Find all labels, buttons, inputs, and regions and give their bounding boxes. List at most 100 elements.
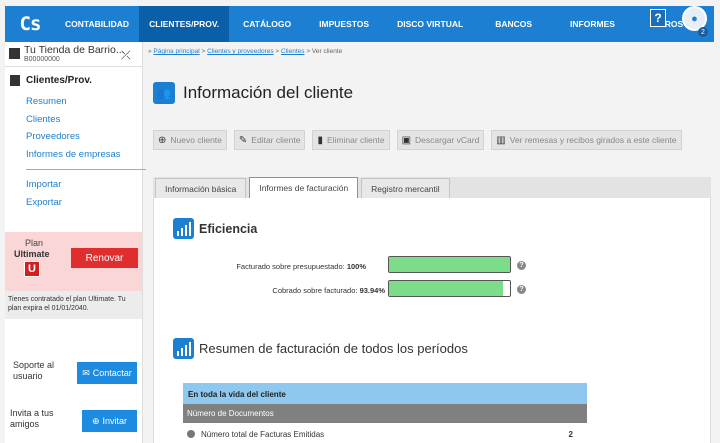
store-name: Tu Tienda de Barrio...	[24, 44, 125, 56]
bar-chart-icon	[173, 218, 194, 239]
store-icon	[9, 48, 20, 59]
section-title-text: Clientes/Prov.	[26, 75, 92, 86]
mail-icon: ✉	[82, 367, 90, 378]
sidebar-item-clientes[interactable]: Clientes	[26, 111, 137, 129]
row-label: Número total de Facturas Emitidas	[201, 429, 325, 439]
toolbar: ⊕ Nuevo cliente ✎ Editar cliente ▮ Eliminar…	[153, 130, 689, 150]
download-vcard-label: Descargar vCard	[415, 135, 480, 145]
sidebar: Tu Tienda de Barrio... B00000000 ⤫ Clien…	[5, 42, 146, 443]
table-group-header: Número de Documentos	[183, 404, 587, 423]
tab-informes-facturacion[interactable]: Informes de facturación	[249, 177, 359, 198]
sidebar-item-exportar[interactable]: Exportar	[26, 194, 137, 212]
summary-title: Resumen de facturación de todos los perí…	[199, 341, 468, 356]
view-remittances-label: Ver remesas y recibos girados a este cli…	[509, 135, 677, 145]
nav-catalogo[interactable]: CATÁLOGO	[229, 6, 305, 42]
progress-bar-collected	[388, 280, 511, 297]
bank-icon: ▥	[496, 134, 506, 146]
app-logo[interactable]: Cs	[5, 6, 55, 42]
nav-bancos[interactable]: BANCOS	[477, 6, 550, 42]
nav-disco-virtual[interactable]: DISCO VIRTUAL	[383, 6, 477, 42]
contact-button[interactable]: ✉ Contactar	[77, 362, 137, 384]
contact-label: Contactar	[92, 368, 132, 378]
table-row: Número total de Facturas Emitidas 2	[183, 425, 587, 443]
logo-text: Cs	[19, 13, 42, 35]
switch-store-icon[interactable]: ⤫	[121, 48, 131, 63]
user-icon: ●	[691, 12, 698, 25]
bar-chart-icon	[173, 338, 194, 359]
row-value: 2	[568, 429, 573, 439]
table-period-header: En toda la vida del cliente	[183, 383, 587, 404]
invite-label: Invitar	[102, 416, 128, 426]
breadcrumb-sep: >	[306, 48, 311, 55]
page-title: 👥 Información del cliente	[153, 82, 353, 104]
users-icon: 👥	[153, 82, 175, 104]
invite-icon: ⊕	[91, 415, 100, 426]
store-id: B00000000	[24, 56, 60, 63]
renew-button[interactable]: Renovar	[71, 248, 138, 268]
edit-client-button[interactable]: ✎ Editar cliente	[233, 130, 306, 150]
plan-label: Plan	[25, 238, 44, 248]
delete-client-button[interactable]: ▮ Eliminar cliente	[312, 130, 390, 150]
new-client-button[interactable]: ⊕ Nuevo cliente	[153, 130, 227, 150]
sidebar-section: Clientes/Prov. Resumen Clientes Proveedo…	[5, 67, 146, 212]
nav-clientes-prov[interactable]: CLIENTES/PROV.	[139, 6, 230, 42]
sidebar-item-informes-empresas[interactable]: Informes de empresas	[26, 146, 137, 164]
sidebar-item-resumen[interactable]: Resumen	[26, 93, 137, 111]
download-vcard-button[interactable]: ▣ Descargar vCard	[396, 130, 485, 150]
efficiency-title: Eficiencia	[199, 221, 258, 236]
help-icon: ?	[654, 11, 662, 25]
breadcrumb-home[interactable]: Página principal	[153, 48, 199, 55]
help-circle-icon[interactable]: ?	[517, 285, 526, 294]
sidebar-section-title: Clientes/Prov.	[10, 75, 137, 86]
tab-informacion-basica[interactable]: Información básica	[155, 178, 247, 198]
breadcrumb: » Página principal > Clientes y proveedo…	[148, 48, 342, 55]
contacts-book-icon	[10, 75, 20, 86]
nav-contabilidad[interactable]: CONTABILIDAD	[55, 6, 139, 42]
vcard-icon: ▣	[401, 134, 412, 146]
plus-circle-icon: ⊕	[158, 134, 167, 146]
top-navbar: Cs CONTABILIDAD CLIENTES/PROV. CATÁLOGO …	[5, 6, 714, 42]
nav-impuestos[interactable]: IMPUESTOS	[305, 6, 383, 42]
help-circle-icon[interactable]: ?	[517, 261, 526, 270]
edit-client-label: Editar cliente	[251, 135, 301, 145]
metric-collected-vs-billed: Cobrado sobre facturado: 93.94%	[165, 286, 385, 295]
new-client-label: Nuevo cliente	[170, 135, 222, 145]
help-button[interactable]: ?	[650, 9, 666, 27]
notification-badge: 2	[698, 27, 708, 37]
plan-info-text: Tienes contratado el plan Ultimate. Tu p…	[5, 291, 142, 319]
breadcrumb-clients-prov[interactable]: Clientes y proveedores	[207, 48, 273, 55]
progress-bar-billed	[388, 256, 511, 273]
invite-text: Invita a tus amigos	[10, 408, 54, 429]
progress-fill	[389, 257, 510, 272]
tab-registro-mercantil[interactable]: Registro mercantil	[361, 178, 450, 198]
breadcrumb-clients[interactable]: Clientes	[281, 48, 304, 55]
breadcrumb-sep: >	[201, 48, 206, 55]
invite-button[interactable]: ⊕ Invitar	[82, 410, 137, 432]
metric-label: Facturado sobre presupuestado:	[236, 262, 345, 271]
sidebar-item-proveedores[interactable]: Proveedores	[26, 128, 137, 146]
tabs-bar: Información básica Informes de facturaci…	[153, 177, 711, 198]
delete-client-label: Eliminar cliente	[326, 135, 385, 145]
plan-badge-icon: U	[24, 261, 40, 277]
trash-icon: ▮	[317, 134, 323, 146]
page-title-text: Información del cliente	[183, 83, 354, 102]
metric-label: Cobrado sobre facturado:	[272, 286, 358, 295]
nav-informes[interactable]: INFORMES	[550, 6, 635, 42]
app-window: { "nav": { "logo": "Cs", "items": ["CONT…	[0, 0, 720, 443]
metric-billed-vs-budget: Facturado sobre presupuestado: 100%	[146, 262, 366, 271]
store-selector[interactable]: Tu Tienda de Barrio... B00000000 ⤫	[5, 42, 142, 67]
info-circle-icon	[187, 430, 195, 438]
plan-name: Ultimate	[14, 249, 50, 259]
sidebar-item-importar[interactable]: Importar	[26, 176, 137, 194]
sidebar-divider	[26, 169, 146, 170]
pencil-icon: ✎	[238, 134, 248, 146]
breadcrumb-sep: >	[275, 48, 280, 55]
view-remittances-button[interactable]: ▥ Ver remesas y recibos girados a este cl…	[491, 130, 682, 150]
metric-value: 100%	[346, 262, 366, 271]
breadcrumb-current: Ver cliente	[311, 48, 343, 55]
metric-value: 93.94%	[359, 286, 385, 295]
support-text: Soporte al usuario	[13, 360, 55, 381]
efficiency-header: Eficiencia	[173, 218, 257, 239]
progress-fill	[389, 281, 503, 296]
summary-header: Resumen de facturación de todos los perí…	[173, 338, 468, 359]
